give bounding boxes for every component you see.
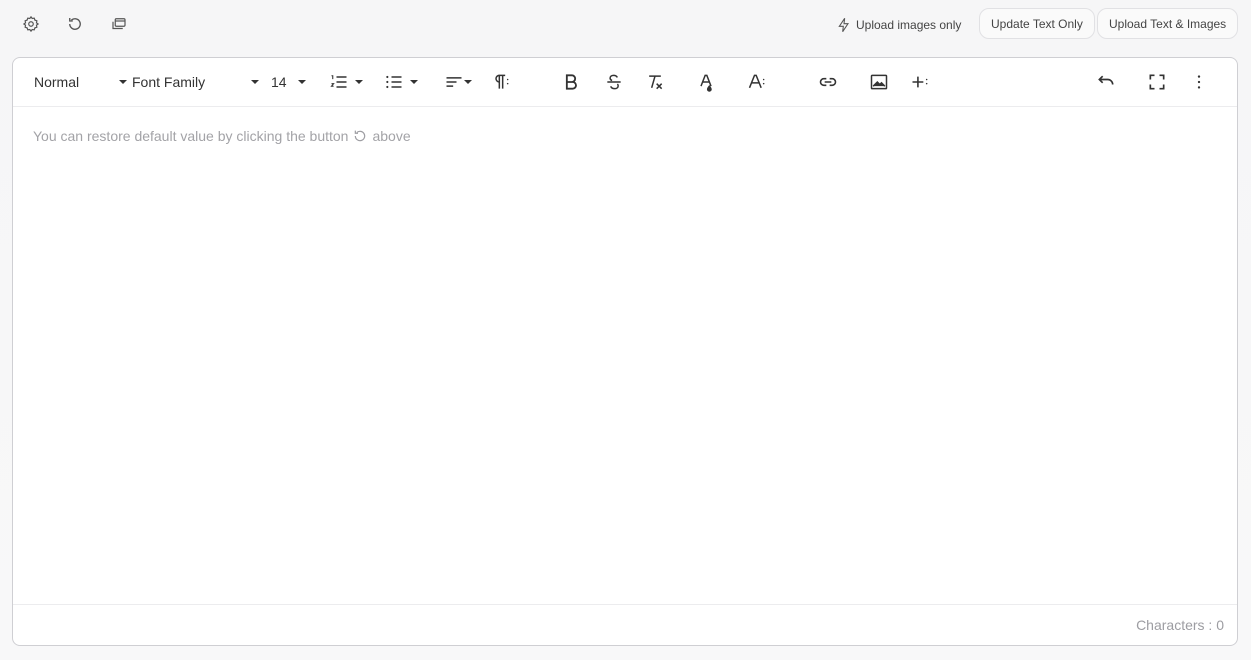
character-count: Characters : 0	[1136, 617, 1224, 633]
font-size-dropdown[interactable]: 14	[271, 70, 306, 94]
more-options-button[interactable]	[1189, 70, 1209, 94]
paragraph-format-icon	[495, 74, 509, 89]
paragraph-format-button[interactable]	[491, 70, 511, 94]
editor-placeholder[interactable]: You can restore default value by clickin…	[33, 128, 411, 144]
image-icon	[870, 74, 888, 90]
link-icon	[819, 77, 837, 87]
characters-label: Characters :	[1136, 617, 1217, 633]
insert-more-icon	[912, 76, 928, 88]
strikethrough-button[interactable]	[604, 70, 624, 94]
unordered-list-icon	[386, 75, 402, 89]
upload-text-images-label: Upload Text & Images	[1109, 16, 1227, 31]
chevron-down-icon	[355, 80, 363, 84]
more-options-icon	[1197, 75, 1201, 89]
strikethrough-icon	[607, 74, 621, 90]
font-family-value: Font Family	[132, 74, 206, 90]
text-color-icon	[700, 74, 712, 92]
bold-icon	[565, 74, 577, 90]
reset-icon[interactable]	[64, 13, 86, 35]
unordered-list-button[interactable]	[384, 70, 418, 94]
chevron-down-icon	[119, 80, 128, 84]
page: Upload images only Update Text Only Uplo…	[0, 0, 1251, 660]
editor-toolbar: Normal Font Family 14	[13, 58, 1237, 107]
rich-text-editor: Normal Font Family 14 You can restore de…	[12, 57, 1238, 646]
placeholder-text: You can restore default value by clickin…	[33, 128, 349, 144]
insert-image-button[interactable]	[869, 70, 889, 94]
undo-icon	[1098, 75, 1114, 85]
font-family-dropdown[interactable]: Font Family	[132, 70, 260, 94]
update-text-only-button[interactable]: Update Text Only	[979, 8, 1095, 39]
ordered-list-button[interactable]	[329, 70, 363, 94]
characters-count-value: 0	[1216, 617, 1224, 633]
undo-button[interactable]	[1096, 70, 1116, 94]
ordered-list-icon	[330, 75, 347, 88]
upload-images-only-label: Upload images only	[856, 18, 962, 32]
update-text-only-label: Update Text Only	[991, 16, 1083, 31]
clear-formatting-button[interactable]	[645, 70, 665, 94]
lightning-icon	[838, 18, 849, 32]
insert-more-button[interactable]	[910, 70, 930, 94]
top-bar: Upload images only Update Text Only Uplo…	[0, 0, 1251, 50]
chevron-down-icon	[464, 80, 472, 84]
paragraph-style-value: Normal	[34, 74, 80, 90]
more-text-icon	[748, 74, 765, 89]
chevron-down-icon	[251, 80, 260, 84]
editor-footer: Characters : 0	[13, 604, 1237, 645]
chevron-down-icon	[410, 80, 418, 84]
chevron-down-icon	[297, 80, 306, 84]
more-text-button[interactable]	[747, 70, 767, 94]
upload-images-only-button[interactable]: Upload images only	[836, 14, 961, 36]
upload-text-images-button[interactable]: Upload Text & Images	[1097, 8, 1239, 39]
fullscreen-icon	[1149, 74, 1165, 90]
fullscreen-button[interactable]	[1147, 70, 1167, 94]
insert-link-button[interactable]	[818, 70, 838, 94]
copy-window-icon[interactable]	[108, 13, 130, 35]
align-icon	[446, 77, 462, 87]
clear-formatting-icon	[649, 75, 663, 90]
text-color-button[interactable]	[696, 70, 716, 94]
reset-icon	[355, 130, 366, 142]
align-button[interactable]	[444, 70, 472, 94]
bold-button[interactable]	[561, 70, 581, 94]
paragraph-style-dropdown[interactable]: Normal	[34, 70, 128, 94]
settings-icon[interactable]	[20, 13, 42, 35]
placeholder-text-after: above	[372, 128, 411, 144]
font-size-value: 14	[271, 74, 287, 90]
